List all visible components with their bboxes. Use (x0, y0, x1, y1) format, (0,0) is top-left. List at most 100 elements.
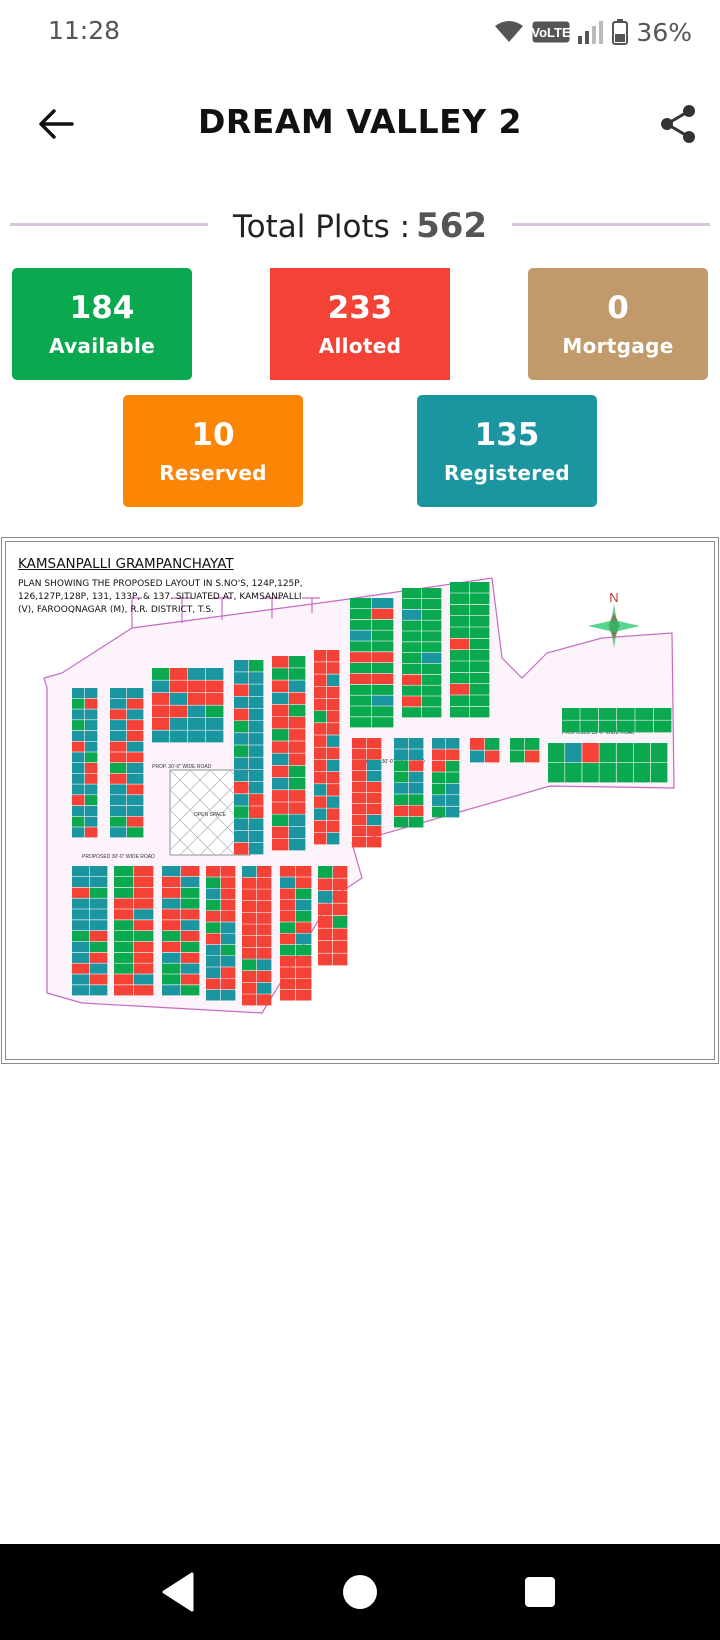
plot-cell (72, 698, 85, 709)
plot-cell (327, 662, 340, 674)
plot-cell (402, 653, 422, 664)
share-button[interactable] (656, 102, 700, 146)
plot-cell (257, 982, 272, 994)
plot-cell (289, 802, 306, 814)
plot-cell (289, 777, 306, 790)
plot-cell (409, 760, 424, 772)
plot-cell (367, 760, 382, 771)
plot-cell (650, 763, 668, 783)
plot-cell (402, 642, 422, 653)
plot-cell (72, 974, 90, 985)
plot-cell (114, 985, 134, 996)
plot-cell (289, 814, 306, 826)
available-card[interactable]: 184 Available (12, 268, 192, 380)
plot-cell (72, 866, 90, 877)
layout-map[interactable]: PROPOSED 30'-0" WIDE ROAD PROP. 30'-0" W… (1, 537, 719, 1064)
plot-cell (114, 963, 134, 974)
plot-cell (114, 866, 134, 877)
plot-cell (580, 720, 598, 733)
plot-cell (289, 826, 306, 839)
plot-cell (432, 783, 446, 795)
plot-cell (134, 866, 154, 877)
plot-cell (249, 781, 264, 794)
alloted-card[interactable]: 233 Alloted (270, 268, 450, 380)
plot-cell (206, 866, 221, 877)
plot-cell (206, 978, 221, 990)
plot-cell (470, 616, 490, 627)
plot-cell (127, 763, 144, 774)
plot-cell (170, 680, 188, 693)
plot-cell (72, 688, 85, 699)
plot-cell (85, 773, 98, 784)
plot-cell (350, 695, 372, 706)
plot-cell (548, 763, 565, 783)
plot-cell (188, 693, 206, 705)
plot-cell (367, 738, 382, 749)
plot-cell (296, 978, 312, 990)
plot-cell (242, 982, 257, 994)
plot-cell (127, 730, 144, 741)
plot-cell (432, 738, 446, 749)
plot-cell (616, 763, 634, 783)
nav-back-icon (162, 1572, 194, 1612)
plot-cell (170, 693, 188, 705)
plot-cell (272, 765, 289, 778)
plot-cell (450, 706, 470, 718)
nav-recents-button[interactable] (516, 1568, 564, 1616)
plot-cell (372, 598, 394, 609)
plot-cell (352, 826, 367, 837)
plot-cell (249, 733, 264, 745)
plot-cell (350, 717, 372, 728)
plot-cell (470, 684, 490, 695)
volte-text: VoLTE (532, 25, 570, 40)
plot-cell (114, 920, 134, 931)
plot-cell (181, 941, 200, 952)
plot-cell (162, 985, 181, 996)
plot-cell (110, 752, 127, 763)
plot-cell (181, 963, 200, 974)
plot-cell (422, 588, 442, 599)
plot-cell (181, 866, 200, 877)
plot-cell (402, 598, 422, 609)
plot-cell (234, 733, 249, 745)
plot-cell (221, 933, 236, 945)
north-label: N (609, 590, 618, 605)
plot-cell (162, 909, 181, 920)
plot-cell (296, 967, 312, 978)
plot-cell (352, 760, 367, 771)
plot-cell (242, 877, 257, 889)
plot-cell (85, 741, 98, 752)
plot-cell (409, 738, 424, 749)
plot-cell (318, 891, 333, 903)
plot-cell (280, 866, 296, 877)
plot-cell (134, 909, 154, 920)
mortgage-label: Mortgage (562, 334, 674, 358)
plot-cell (90, 876, 108, 887)
plot-cell (85, 763, 98, 774)
nav-home-button[interactable] (336, 1568, 384, 1616)
plot-cell (470, 582, 490, 593)
nav-back-button[interactable] (156, 1568, 204, 1616)
plot-cell (234, 672, 249, 684)
plot-cell (432, 795, 446, 806)
plot-cell (206, 668, 224, 680)
plot-cell (188, 680, 206, 693)
plot-cell (367, 771, 382, 782)
plot-cell (432, 772, 446, 784)
reserved-card[interactable]: 10 Reserved (123, 395, 303, 507)
plot-cell (72, 741, 85, 752)
plot-cell (234, 720, 249, 733)
plot-cell (85, 795, 98, 806)
plot-cell (394, 760, 409, 772)
plot-cell (314, 650, 327, 662)
plot-cell (280, 944, 296, 956)
plot-cell (280, 877, 296, 888)
mortgage-card[interactable]: 0 Mortgage (528, 268, 708, 380)
plot-cell (127, 720, 144, 731)
plot-cell (450, 616, 470, 627)
plot-cell (350, 684, 372, 695)
plot-cell (367, 782, 382, 793)
plot-cell (249, 660, 264, 672)
plot-cell (409, 771, 424, 783)
registered-card[interactable]: 135 Registered (417, 395, 597, 507)
